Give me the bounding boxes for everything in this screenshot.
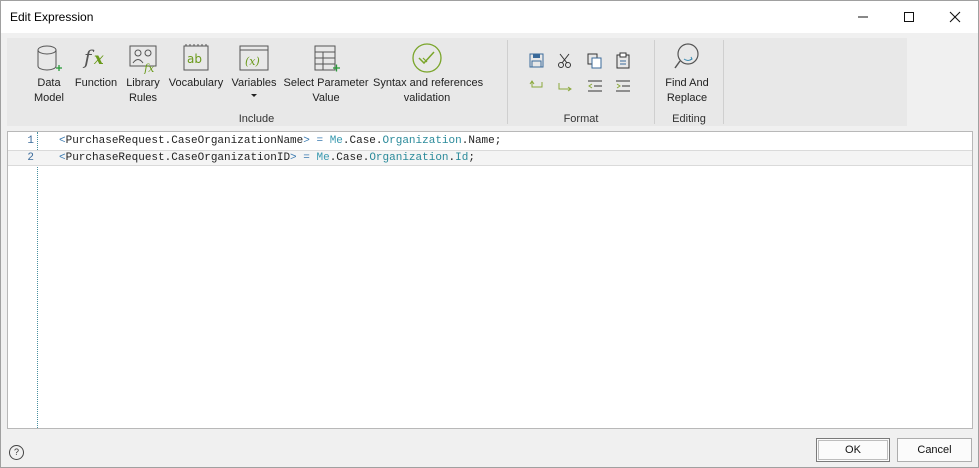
svg-text:(x): (x) [245, 55, 260, 68]
svg-text:ab: ab [187, 52, 202, 66]
format-group-label: Format [563, 113, 599, 125]
maximize-button[interactable] [886, 1, 932, 33]
gutter-divider [37, 132, 38, 428]
code-text: <PurchaseRequest.CaseOrganizationName> =… [59, 135, 502, 147]
database-icon [37, 45, 62, 71]
ribbon-toolbar: Data Model f x Function fx Library Rules [7, 38, 907, 126]
include-group: Data Model f x Function fx Library Rules [7, 38, 506, 126]
library-rules-label: Library Rules [126, 77, 160, 104]
function-icon: f x [82, 45, 104, 69]
select-parameter-value-button[interactable]: Select Parameter Value [283, 42, 369, 106]
function-label: Function [74, 77, 118, 89]
save-icon[interactable] [528, 52, 546, 70]
format-group: Format [508, 38, 654, 126]
close-icon [949, 11, 961, 23]
variables-button[interactable]: (x) Variables [229, 42, 279, 99]
code-line[interactable]: 1 <PurchaseRequest.CaseOrganizationName>… [8, 133, 972, 149]
outdent-icon[interactable] [586, 77, 604, 95]
function-button[interactable]: f x Function [73, 42, 119, 91]
data-model-button[interactable]: Data Model [29, 42, 69, 106]
cancel-button[interactable]: Cancel [897, 438, 972, 462]
code-line-current[interactable]: 2 <PurchaseRequest.CaseOrganizationID> =… [8, 150, 972, 166]
ok-button[interactable]: OK [816, 438, 890, 462]
window-title: Edit Expression [10, 10, 94, 24]
svg-text:fx: fx [143, 62, 155, 74]
help-icon[interactable]: ? [9, 445, 24, 460]
edit-expression-dialog: Edit Expression Data Model f x Function … [0, 0, 979, 468]
syntax-validation-button[interactable]: Syntax and references validation [373, 42, 484, 106]
variables-icon: (x) [239, 45, 269, 71]
syntax-validation-label: Syntax and references validation [373, 77, 484, 104]
include-group-label: Include [238, 113, 275, 125]
line-number: 2 [27, 152, 34, 164]
maximize-icon [904, 12, 914, 22]
chevron-down-icon [251, 94, 257, 97]
paste-icon[interactable] [614, 52, 632, 70]
library-rules-icon: fx [129, 45, 157, 74]
select-parameter-value-label: Select Parameter Value [283, 77, 369, 104]
expression-editor[interactable]: 1 <PurchaseRequest.CaseOrganizationName>… [7, 131, 973, 429]
cut-icon[interactable] [556, 52, 574, 70]
close-button[interactable] [932, 1, 978, 33]
group-separator [723, 40, 724, 124]
select-parameter-icon [314, 45, 340, 72]
vocabulary-icon: ab [183, 44, 209, 71]
copy-icon[interactable] [586, 52, 604, 70]
svg-text:x: x [93, 49, 104, 68]
find-replace-button[interactable]: Find And Replace [657, 42, 717, 106]
data-model-label: Data Model [34, 77, 64, 104]
validation-check-icon [412, 43, 442, 73]
indent-icon[interactable] [614, 77, 632, 95]
title-bar: Edit Expression [1, 1, 978, 33]
find-replace-icon [674, 43, 699, 69]
editing-group-label: Editing [672, 113, 706, 125]
minimize-icon [858, 16, 868, 18]
vocabulary-button[interactable]: ab Vocabulary [167, 42, 225, 91]
variables-label: Variables [231, 77, 277, 89]
code-text: <PurchaseRequest.CaseOrganizationID> = M… [59, 152, 475, 164]
library-rules-button[interactable]: fx Library Rules [123, 42, 163, 106]
line-number: 1 [27, 135, 34, 147]
editing-group: Find And Replace Editing [655, 38, 723, 126]
minimize-button[interactable] [840, 1, 886, 33]
vocabulary-label: Vocabulary [168, 77, 224, 89]
undo-icon[interactable] [528, 77, 546, 95]
find-replace-label: Find And Replace [665, 77, 709, 104]
redo-icon[interactable] [556, 77, 574, 95]
